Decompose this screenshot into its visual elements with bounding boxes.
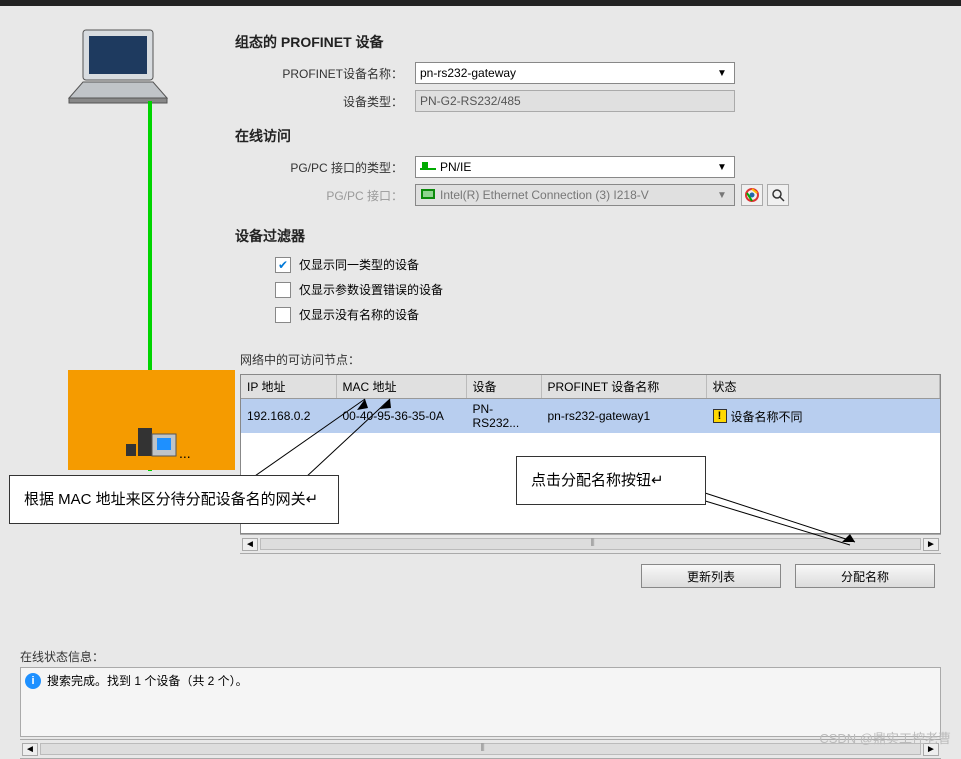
table-header-row: IP 地址 MAC 地址 设备 PROFINET 设备名称 状态 xyxy=(241,375,940,399)
pgpc-type-dropdown[interactable]: PN/IE ▼ xyxy=(415,156,735,178)
watermark: CSDN @鼎实工控老曹 xyxy=(819,728,951,747)
chevron-down-icon: ▼ xyxy=(714,162,730,173)
gateway-device-icon: ... xyxy=(112,426,192,462)
checkbox-no-name[interactable] xyxy=(275,307,291,323)
scroll-left-icon[interactable]: ◄ xyxy=(22,743,38,756)
device-name-dropdown[interactable]: pn-rs232-gateway ▼ xyxy=(415,62,735,84)
scroll-left-icon[interactable]: ◄ xyxy=(242,538,258,551)
table-hscroll[interactable]: ◄ ⫴ ► xyxy=(240,534,941,554)
col-device[interactable]: 设备 xyxy=(466,375,541,399)
col-ip[interactable]: IP 地址 xyxy=(241,375,336,399)
section-profinet-title: 组态的 PROFINET 设备 xyxy=(235,32,941,52)
scroll-track[interactable]: ⫴ xyxy=(260,538,921,550)
section-filter-title: 设备过滤器 xyxy=(235,226,941,246)
label-pgpc-iface: PG/PC 接口： xyxy=(235,187,415,204)
chevron-down-icon: ▼ xyxy=(714,68,730,79)
status-box: i 搜索完成。找到 1 个设备（共 2 个）。 xyxy=(20,667,941,737)
col-mac[interactable]: MAC 地址 xyxy=(336,375,466,399)
warning-icon: ! xyxy=(713,409,727,423)
pnie-icon xyxy=(420,160,436,174)
magnifier-icon xyxy=(771,188,785,202)
info-icon: i xyxy=(25,673,41,689)
device-box[interactable]: ... xyxy=(68,370,235,470)
scroll-right-icon[interactable]: ► xyxy=(923,538,939,551)
section-online-title: 在线访问 xyxy=(235,126,941,146)
accessible-nodes-label: 网络中的可访问节点： xyxy=(240,351,941,368)
label-no-name: 仅显示没有名称的设备 xyxy=(299,306,419,323)
chevron-down-icon: ▼ xyxy=(714,190,730,201)
checkbox-same-type[interactable] xyxy=(275,257,291,273)
chrome-like-icon xyxy=(745,188,759,202)
checkbox-param-error[interactable] xyxy=(275,282,291,298)
nodes-table[interactable]: IP 地址 MAC 地址 设备 PROFINET 设备名称 状态 192.168… xyxy=(240,374,941,534)
scroll-track[interactable]: ⫴ xyxy=(40,743,921,755)
col-pn-name[interactable]: PROFINET 设备名称 xyxy=(541,375,706,399)
laptop-icon xyxy=(63,26,173,106)
label-device-type: 设备类型： xyxy=(235,93,415,110)
status-hscroll[interactable]: ◄ ⫴ ► xyxy=(20,739,941,759)
annotation-callout-mac: 根据 MAC 地址来区分待分配设备名的网关↵ xyxy=(9,475,339,524)
label-pgpc-type: PG/PC 接口的类型： xyxy=(235,159,415,176)
refresh-list-button[interactable]: 更新列表 xyxy=(641,564,781,588)
label-same-type: 仅显示同一类型的设备 xyxy=(299,256,419,273)
table-row[interactable]: 192.168.0.2 00-40-95-36-35-0A PN-RS232..… xyxy=(241,399,940,434)
assign-name-button[interactable]: 分配名称 xyxy=(795,564,935,588)
status-section-label: 在线状态信息： xyxy=(20,648,941,665)
label-device-name: PROFINET设备名称： xyxy=(235,65,415,82)
annotation-callout-assign: 点击分配名称按钮↵ xyxy=(516,456,706,505)
label-param-error: 仅显示参数设置错误的设备 xyxy=(299,281,443,298)
topology-panel: ... xyxy=(0,6,235,331)
nic-icon xyxy=(420,188,436,202)
svg-text:...: ... xyxy=(179,445,191,461)
device-type-field: PN-G2-RS232/485 xyxy=(415,90,735,112)
detect-interface-button[interactable] xyxy=(767,184,789,206)
pgpc-iface-dropdown: Intel(R) Ethernet Connection (3) I218-V … xyxy=(415,184,735,206)
status-message: 搜索完成。找到 1 个设备（共 2 个）。 xyxy=(47,672,248,689)
col-status[interactable]: 状态 xyxy=(706,375,940,399)
configure-interface-button[interactable] xyxy=(741,184,763,206)
